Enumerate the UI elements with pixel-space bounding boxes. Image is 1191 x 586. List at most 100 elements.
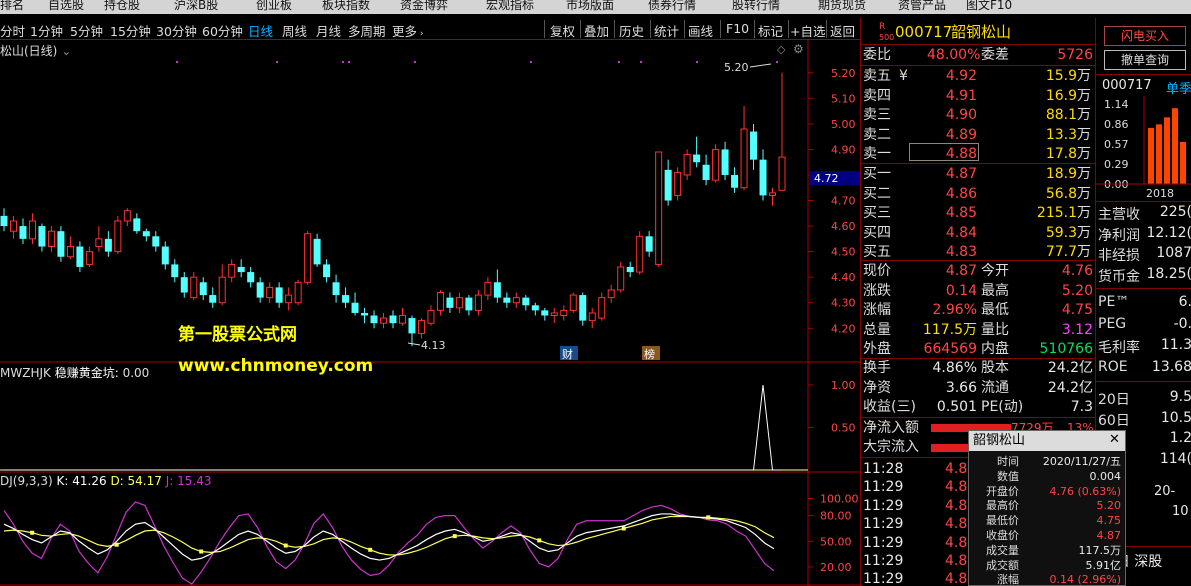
candle-body-down — [645, 236, 653, 252]
side-bar-year: 2018 — [1146, 187, 1174, 200]
marker-dot — [776, 61, 778, 63]
tab-monthly[interactable]: 月线 — [316, 21, 341, 40]
side-metric-label: ROE — [1098, 358, 1128, 375]
ask-level-unit: 万 — [1077, 87, 1091, 104]
finance-badge[interactable]: 财 — [562, 347, 573, 361]
tick-time: 11:29 — [863, 497, 904, 514]
candle — [104, 231, 112, 257]
candle-body-down — [133, 218, 141, 232]
gear-icon[interactable]: ⚙ — [793, 42, 804, 56]
yen-icon: ¥ — [899, 68, 908, 84]
ask-level-volume: 88.1 — [1045, 107, 1077, 123]
candle-body-down — [171, 264, 179, 278]
stat-label: 今开 — [981, 263, 1009, 279]
tab-15min[interactable]: 15分钟 — [110, 21, 151, 40]
tool-f10[interactable]: F10 — [726, 21, 749, 36]
dropdown-circle-icon[interactable]: ⌄ — [61, 44, 71, 58]
chart-canvas[interactable]: 5.205.105.004.904.804.704.604.504.404.30… — [0, 40, 860, 586]
side-bar — [1172, 108, 1178, 184]
bid-level-unit: 万 — [1077, 205, 1091, 221]
tab-intraday[interactable]: 分时 — [0, 21, 25, 40]
kdj-d-marker — [283, 543, 288, 548]
menu-item-futures[interactable]: 期货现货 — [818, 0, 866, 13]
tab-daily[interactable]: 日线 — [248, 21, 273, 40]
bid-level-price: 4.85 — [945, 205, 977, 221]
candle-body-up — [588, 312, 596, 322]
tool-back[interactable]: 返回 — [830, 21, 855, 40]
menu-item-fund-game[interactable]: 资金博弈 — [400, 0, 448, 13]
marker-dot — [276, 61, 278, 63]
tab-30min[interactable]: 30分钟 — [156, 21, 197, 40]
price-axis-label: 4.40 — [831, 271, 856, 284]
menu-item-bonds[interactable]: 债券行情 — [648, 0, 696, 13]
menu-item-market-layout[interactable]: 市场版面 — [566, 0, 614, 13]
marker-dot — [530, 61, 532, 63]
stat-label: 最低 — [981, 302, 1009, 318]
tool-history[interactable]: 历史 — [619, 21, 644, 40]
menu-item-holdings[interactable]: 持仓股 — [104, 0, 140, 13]
popup-row-key: 开盘价 — [986, 484, 1019, 498]
candle — [778, 72, 786, 191]
menu-item-sector-index[interactable]: 板块指数 — [322, 0, 370, 13]
tick-price: 4.8 — [945, 479, 968, 496]
tab-1min[interactable]: 1分钟 — [30, 21, 63, 40]
candle — [342, 287, 350, 308]
candle — [417, 318, 425, 339]
menu-item-asset-mgmt[interactable]: 资管产品 — [898, 0, 946, 13]
candle — [740, 105, 748, 191]
candle — [9, 215, 17, 239]
candle — [218, 264, 226, 306]
tool-stats[interactable]: 统计 — [654, 21, 679, 40]
candle-body-down — [19, 226, 27, 239]
tab-60min[interactable]: 60分钟 — [202, 21, 243, 40]
cancel-query-button[interactable]: 撤单查询 — [1104, 50, 1186, 70]
diamond-icon[interactable]: ◇ — [777, 43, 786, 56]
tab-more[interactable]: 更多 › — [392, 21, 423, 40]
menu-item-hs-b[interactable]: 沪深B股 — [174, 0, 218, 13]
tool-add-watchlist[interactable]: +自选 — [790, 21, 825, 40]
side-tab-quarter[interactable]: 单季 — [1166, 78, 1191, 97]
menu-item-neeq[interactable]: 股转行情 — [732, 0, 780, 13]
stat-value: 24.2亿 — [1047, 379, 1093, 396]
close-icon[interactable]: ✕ — [1109, 432, 1120, 447]
tool-mark[interactable]: 标记 — [758, 21, 783, 40]
candle-body-down — [199, 282, 207, 296]
stat-label: 涨幅 — [863, 302, 891, 318]
candle-body-up — [740, 128, 748, 189]
menu-item-chinext[interactable]: 创业板 — [256, 0, 292, 13]
flash-buy-button[interactable]: 闪电买入 — [1104, 26, 1186, 46]
tool-overlay[interactable]: 叠加 — [584, 21, 609, 40]
candle-body-down — [370, 315, 378, 324]
tab-5min[interactable]: 5分钟 — [70, 21, 103, 40]
candle-info-popup[interactable]: 韶钢松山 ✕ 时间 2020/11/27/五 数值 0.004 开盘价 4.76 (0.6… — [968, 430, 1126, 586]
candle-body-up — [769, 192, 777, 196]
menu-item-macro[interactable]: 宏观指标 — [486, 0, 534, 13]
kdj-axis-label: 80.00 — [820, 510, 852, 523]
stat-label: 流通 — [981, 379, 1009, 396]
stat-value: 4.76 — [1061, 263, 1093, 279]
tool-adjust[interactable]: 复权 — [550, 21, 575, 40]
menu-item-watchlist[interactable]: 自选股 — [48, 0, 84, 13]
candle-body-up — [436, 292, 444, 311]
candle-body-up — [218, 276, 226, 304]
side-metric-label: PE™ — [1098, 294, 1130, 310]
kdj-j-value: J: 15.43 — [165, 474, 212, 488]
candle — [114, 215, 122, 255]
tab-multi-period[interactable]: 多周期 — [348, 21, 386, 40]
candle-body-down — [493, 282, 501, 298]
tick-price: 4.8 — [945, 534, 968, 551]
candle-body-down — [721, 149, 729, 175]
popup-row: 收盘价 4.87 — [969, 529, 1125, 542]
tool-draw[interactable]: 画线 — [688, 21, 713, 40]
price-axis-label: 4.50 — [831, 246, 856, 259]
chart-title-text: 松山(日线) — [0, 44, 58, 58]
tab-weekly[interactable]: 周线 — [282, 21, 307, 40]
candle-body-up — [683, 154, 691, 176]
chart-area[interactable]: 5.205.105.004.904.804.704.604.504.404.30… — [0, 40, 860, 586]
bid-level-unit: 万 — [1077, 224, 1091, 241]
rank-badge[interactable]: 榜 — [644, 347, 655, 361]
candle-body-up — [294, 281, 302, 304]
menu-item-f10[interactable]: 图文F10 — [966, 0, 1012, 13]
menu-item-partial[interactable]: 排名 — [0, 0, 24, 13]
watermark-url: www.chnmoney.com — [178, 356, 374, 376]
